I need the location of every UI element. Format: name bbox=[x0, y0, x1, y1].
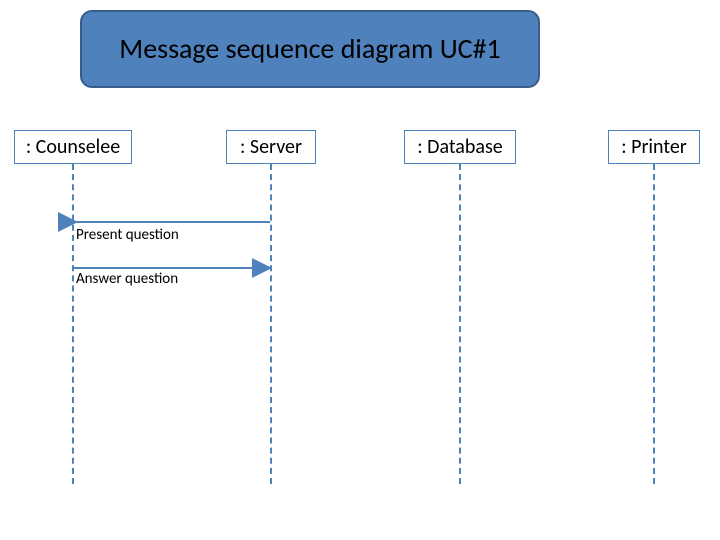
participant-server: : Server bbox=[226, 130, 316, 164]
lifeline-database bbox=[459, 164, 461, 484]
participant-database: : Database bbox=[404, 130, 516, 164]
message-present-question-text: Present question bbox=[76, 226, 179, 244]
participant-counselee-label: : Counselee bbox=[26, 135, 120, 159]
participant-printer-label: : Printer bbox=[621, 135, 687, 159]
lifeline-server bbox=[270, 164, 272, 484]
message-answer-question: Answer question bbox=[76, 270, 178, 288]
lifeline-counselee bbox=[72, 164, 74, 484]
participant-counselee: : Counselee bbox=[14, 130, 132, 164]
message-present-question: Present question bbox=[76, 226, 179, 244]
participant-server-label: : Server bbox=[240, 135, 302, 159]
message-answer-question-text: Answer question bbox=[76, 270, 178, 288]
diagram-stage: Message sequence diagram UC#1 : Counsele… bbox=[0, 0, 720, 540]
participant-database-label: : Database bbox=[417, 135, 502, 159]
diagram-title-text: Message sequence diagram UC#1 bbox=[119, 33, 501, 65]
diagram-title: Message sequence diagram UC#1 bbox=[80, 10, 540, 88]
lifeline-printer bbox=[653, 164, 655, 484]
participant-printer: : Printer bbox=[608, 130, 700, 164]
